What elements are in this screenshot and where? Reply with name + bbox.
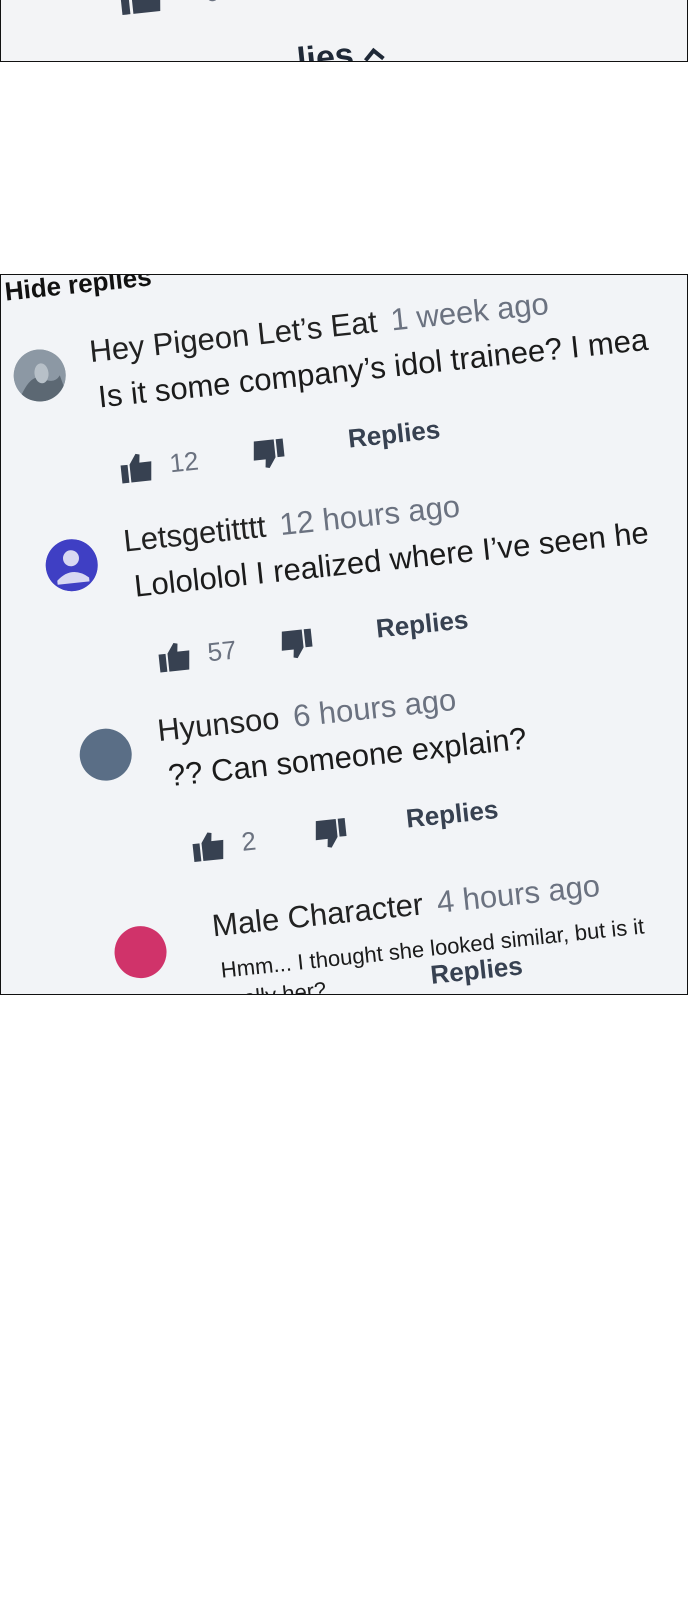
comment-author[interactable]: Male Character	[210, 886, 424, 943]
like-count: 2	[240, 825, 258, 857]
replies-button[interactable]: Replies	[404, 794, 499, 834]
replies-button[interactable]: Replies	[374, 604, 469, 644]
toggle-replies-button[interactable]: lies	[295, 32, 387, 62]
chevron-up-icon	[364, 47, 385, 61]
thumb-down-icon[interactable]	[312, 816, 349, 851]
comment-thread: Hide replies Hey Pigeon Let’s Eat 1 week …	[1, 275, 687, 994]
comment-thread-panel: Hide replies Hey Pigeon Let’s Eat 1 week …	[0, 274, 688, 995]
hide-replies-button[interactable]: Hide replies	[3, 275, 153, 308]
comment-author[interactable]: Letsgetitttt	[122, 509, 268, 559]
like-count: 57	[206, 634, 238, 668]
comment-actions: 12 Replies	[118, 414, 442, 494]
comment-time: 12 hours ago	[277, 488, 462, 543]
avatar-photo-icon	[13, 349, 69, 405]
thumb-down-icon[interactable]	[278, 626, 315, 661]
thumb-up-icon[interactable]	[190, 829, 227, 864]
thumb-down-icon[interactable]	[250, 436, 287, 471]
thumb-up-icon[interactable]	[118, 0, 165, 17]
comment-time: 6 hours ago	[291, 681, 458, 734]
avatar[interactable]	[111, 923, 170, 981]
comment-time: 1 week ago	[388, 286, 551, 338]
comment-actions: 57 Replies	[156, 604, 470, 683]
replies-toggle-label: lies	[295, 35, 356, 62]
thumb-up-icon[interactable]	[156, 639, 193, 674]
previous-comment-panel: 0 lies	[0, 0, 688, 62]
like-count: 0	[203, 0, 221, 9]
comment-time: 4 hours ago	[435, 867, 602, 920]
avatar[interactable]	[43, 536, 101, 594]
thumb-up-icon[interactable]	[118, 450, 155, 485]
avatar[interactable]	[11, 346, 69, 405]
avatar[interactable]	[77, 726, 135, 784]
user-icon	[45, 539, 98, 592]
replies-button[interactable]: Replies	[346, 414, 441, 454]
comment-actions: 2 Replies	[190, 794, 500, 872]
comment-author[interactable]: Hyunsoo	[156, 700, 281, 748]
like-count: 12	[168, 445, 200, 479]
comment-item: Male Character 4 hours ago Hmm... I thoug…	[94, 851, 687, 994]
